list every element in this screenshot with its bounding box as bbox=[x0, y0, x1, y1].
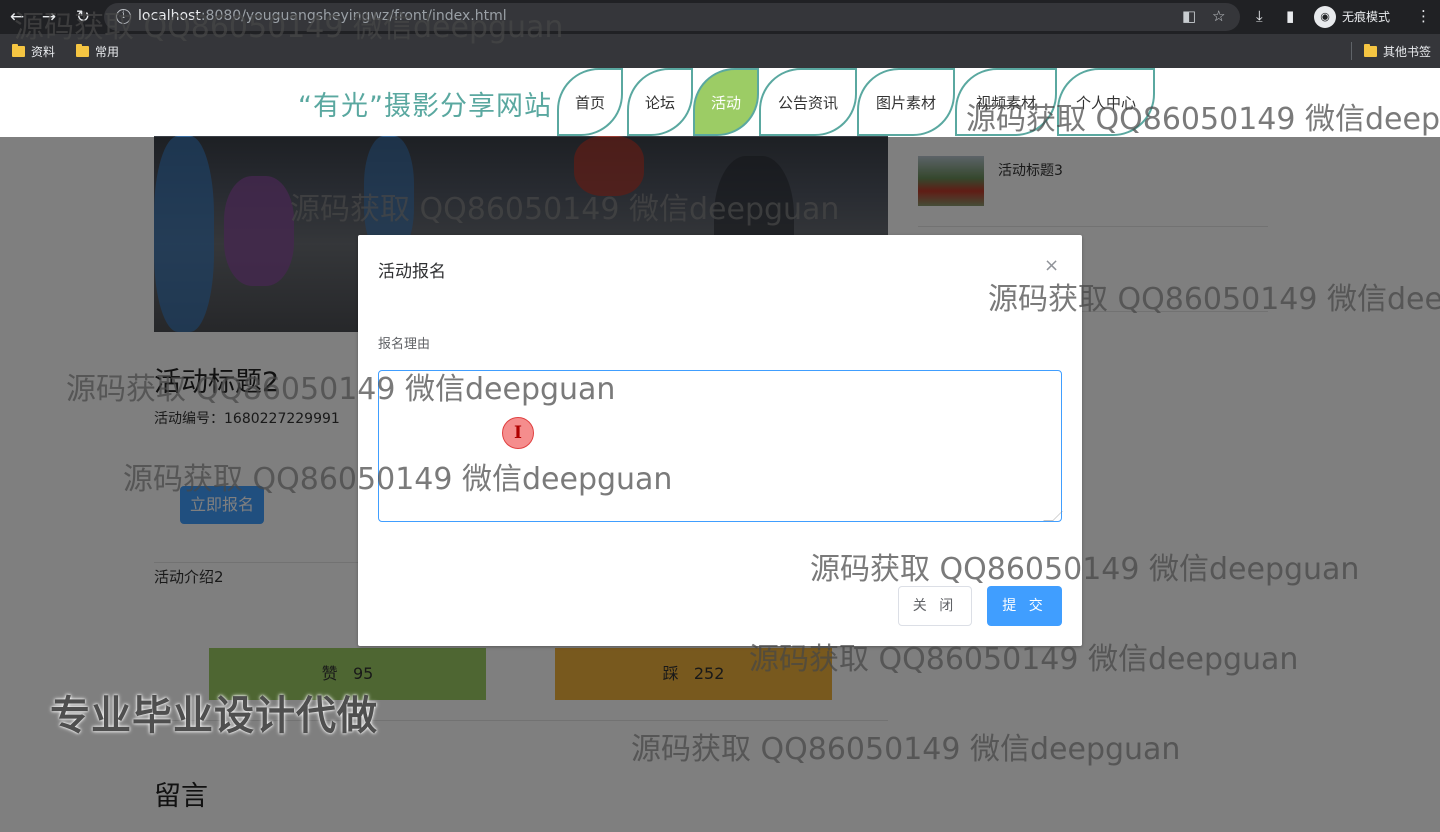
folder-icon bbox=[12, 44, 25, 57]
reload-icon[interactable]: ↻ bbox=[72, 6, 94, 28]
close-icon[interactable]: × bbox=[1044, 255, 1059, 276]
incognito-indicator[interactable]: ◉ 无痕模式 bbox=[1314, 4, 1390, 29]
bookmark-separator bbox=[1351, 42, 1352, 60]
bookmark-folder-materials[interactable]: 资料 bbox=[12, 43, 55, 60]
text-cursor-icon: I bbox=[502, 417, 534, 449]
blocked-media-icon[interactable]: ◧ bbox=[1182, 7, 1196, 25]
folder-icon bbox=[1364, 44, 1377, 57]
nav-activity[interactable]: 活动 bbox=[693, 68, 759, 136]
bookmark-folder-common[interactable]: 常用 bbox=[76, 43, 119, 60]
menu-kebab-icon[interactable]: ⋮ bbox=[1416, 7, 1431, 25]
signup-dialog: 活动报名 × 报名理由 I 关 闭 提 交 bbox=[358, 235, 1082, 646]
back-icon[interactable]: ← bbox=[6, 6, 28, 28]
site-header: “有光”摄影分享网站 首页 论坛 活动 公告资讯 图片素材 视频素材 个人中心 bbox=[0, 68, 1440, 136]
nav-images[interactable]: 图片素材 bbox=[857, 68, 955, 136]
promo-watermark: 专业毕业设计代做 bbox=[50, 693, 378, 739]
site-title[interactable]: “有光”摄影分享网站 bbox=[298, 84, 552, 123]
download-icon[interactable]: ⤓ bbox=[1256, 7, 1263, 25]
dialog-title: 活动报名 bbox=[378, 262, 446, 282]
bookmarks-bar: 资料 常用 其他书签 bbox=[0, 34, 1440, 68]
nav-news[interactable]: 公告资讯 bbox=[759, 68, 857, 136]
reason-textarea[interactable] bbox=[378, 370, 1062, 522]
folder-icon bbox=[76, 44, 89, 57]
site-info-icon[interactable]: i bbox=[116, 9, 131, 24]
close-button[interactable]: 关 闭 bbox=[898, 586, 972, 626]
submit-button[interactable]: 提 交 bbox=[987, 586, 1062, 626]
nav-profile[interactable]: 个人中心 bbox=[1057, 68, 1155, 136]
forward-icon[interactable]: → bbox=[38, 6, 60, 28]
bookmark-folder-other[interactable]: 其他书签 bbox=[1364, 43, 1431, 60]
incognito-icon: ◉ bbox=[1314, 5, 1336, 28]
reason-label: 报名理由 bbox=[378, 337, 431, 352]
address-bar[interactable]: i localhost:8080/youguangsheyingwz/front… bbox=[104, 3, 1240, 31]
nav-videos[interactable]: 视频素材 bbox=[955, 68, 1057, 136]
url-text: localhost:8080/youguangsheyingwz/front/i… bbox=[138, 8, 507, 24]
side-panel-icon[interactable]: ▮ bbox=[1286, 7, 1294, 25]
nav-forum[interactable]: 论坛 bbox=[627, 68, 693, 136]
nav-home[interactable]: 首页 bbox=[557, 68, 623, 136]
browser-toolbar: ← → ↻ i localhost:8080/youguangsheyingwz… bbox=[0, 0, 1440, 34]
bookmark-star-icon[interactable]: ☆ bbox=[1212, 7, 1225, 25]
